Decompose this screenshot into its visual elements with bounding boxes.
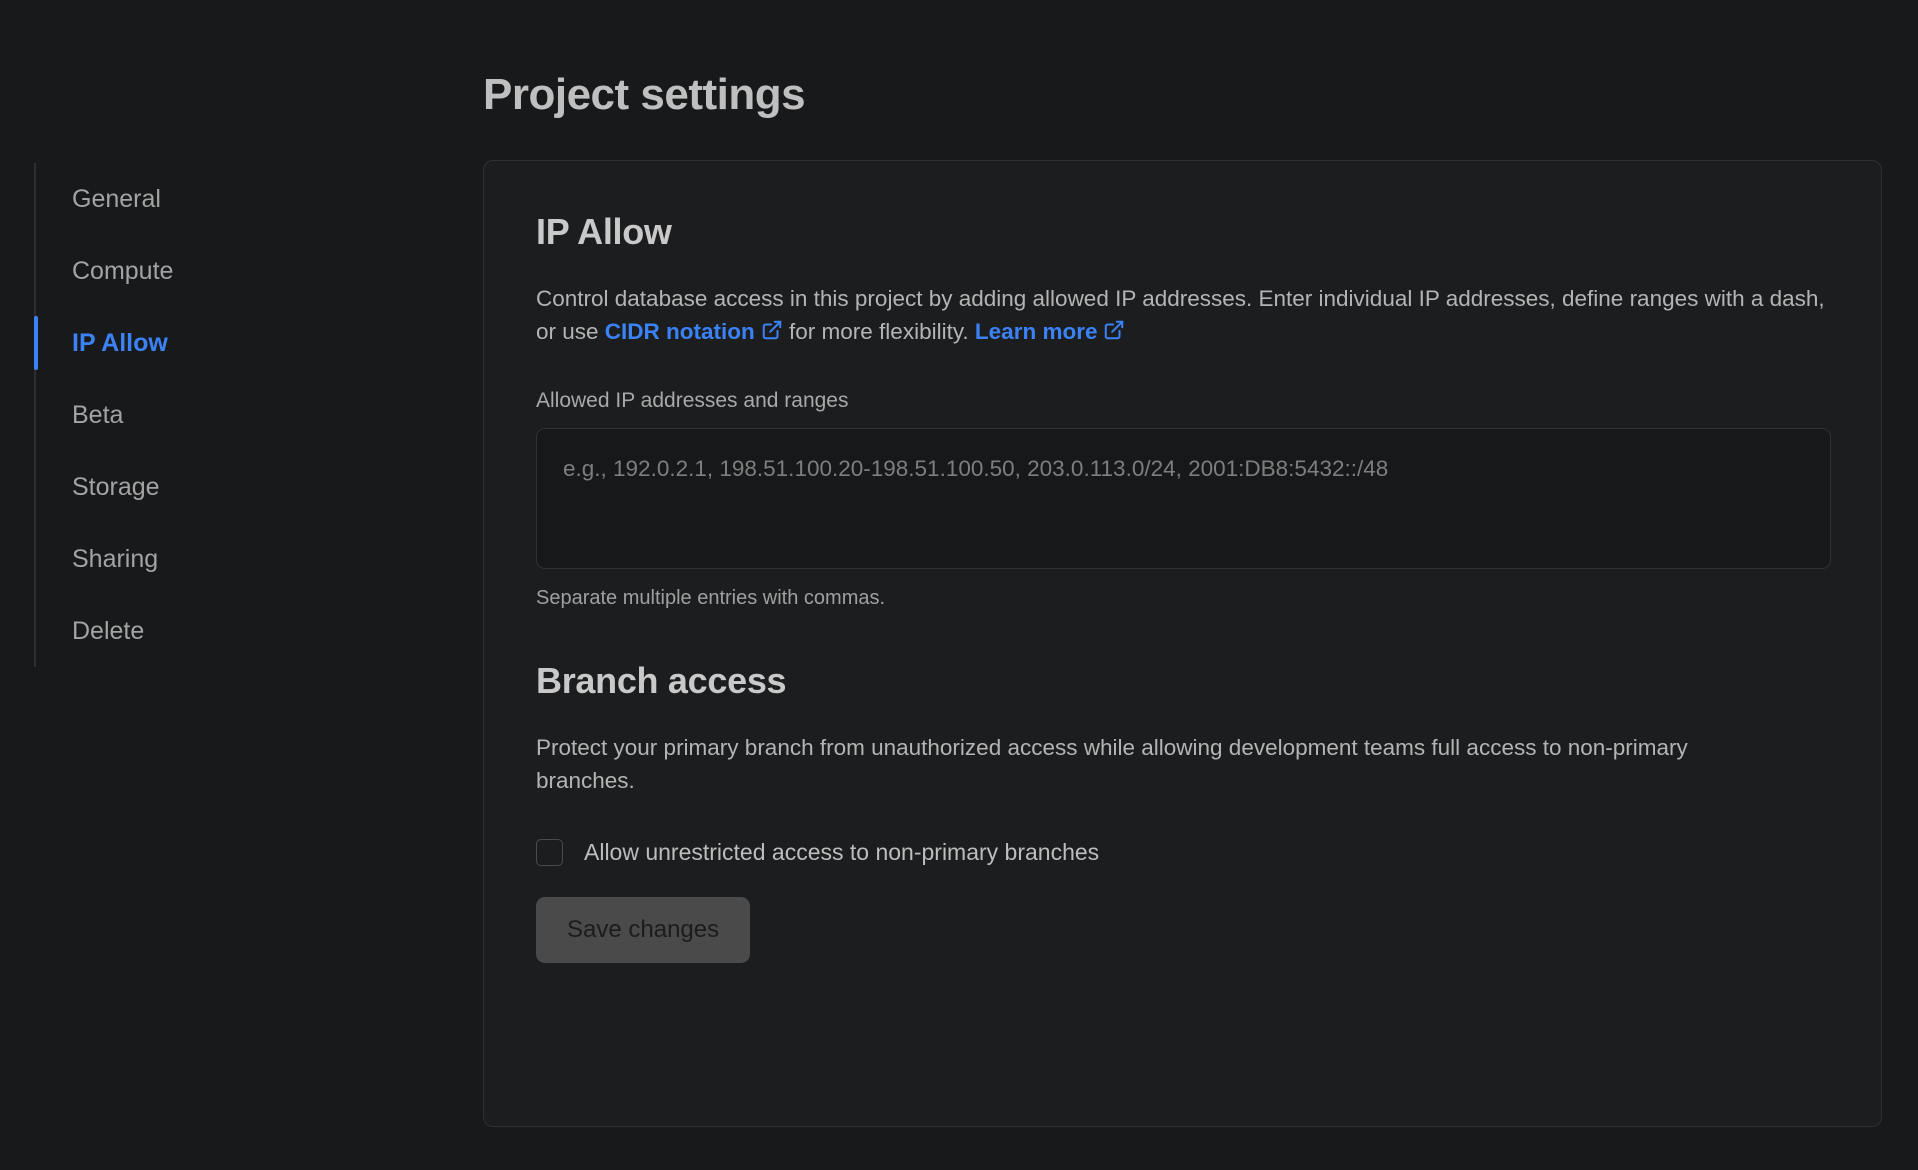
external-link-icon bbox=[761, 317, 783, 350]
sidebar-item-label: Beta bbox=[72, 400, 124, 429]
active-indicator bbox=[34, 388, 38, 442]
allowed-ip-field-label: Allowed IP addresses and ranges bbox=[536, 388, 849, 412]
sidebar-item-general[interactable]: General bbox=[36, 163, 414, 235]
active-indicator bbox=[34, 460, 38, 514]
ip-allow-description: Control database access in this project … bbox=[536, 282, 1826, 351]
learn-more-link-label: Learn more bbox=[974, 319, 1098, 345]
active-indicator bbox=[34, 604, 38, 658]
sidebar-item-delete[interactable]: Delete bbox=[36, 595, 414, 667]
branch-access-heading: Branch access bbox=[536, 659, 787, 701]
unrestricted-access-checkbox-label: Allow unrestricted access to non-primary… bbox=[584, 839, 1100, 866]
active-indicator bbox=[34, 532, 38, 586]
sidebar-item-sharing[interactable]: Sharing bbox=[36, 523, 414, 595]
sidebar-item-label: Delete bbox=[72, 616, 145, 645]
learn-more-link[interactable]: Learn more bbox=[975, 319, 1126, 344]
save-changes-button[interactable]: Save changes bbox=[536, 897, 751, 964]
sidebar-item-label: Sharing bbox=[72, 544, 159, 573]
cidr-notation-link-label: CIDR notation bbox=[604, 319, 755, 345]
sidebar-item-beta[interactable]: Beta bbox=[36, 379, 414, 451]
external-link-icon bbox=[1103, 317, 1125, 350]
branch-access-description: Protect your primary branch from unautho… bbox=[536, 734, 1688, 793]
page-title: Project settings bbox=[483, 70, 806, 120]
sidebar-item-ip-allow[interactable]: IP Allow bbox=[34, 307, 414, 379]
ip-allow-heading: IP Allow bbox=[536, 211, 672, 252]
ip-allow-helper-text: Separate multiple entries with commas. bbox=[536, 586, 886, 609]
allowed-ip-textarea[interactable] bbox=[536, 427, 1831, 569]
sidebar-item-label: Storage bbox=[72, 472, 160, 501]
ip-allow-description-text-2: for more flexibility. bbox=[782, 319, 975, 345]
settings-card: IP Allow Control database access in this… bbox=[483, 160, 1882, 1127]
unrestricted-access-checkbox[interactable] bbox=[536, 839, 563, 867]
settings-sidebar: General Compute IP Allow Beta Storage Sh… bbox=[34, 163, 414, 667]
sidebar-item-label: Compute bbox=[72, 256, 174, 285]
project-settings-page: Project settings General Compute IP Allo… bbox=[0, 0, 1918, 1170]
active-indicator bbox=[34, 316, 38, 370]
active-indicator bbox=[34, 244, 38, 298]
sidebar-item-compute[interactable]: Compute bbox=[36, 235, 414, 307]
sidebar-item-label: IP Allow bbox=[72, 328, 168, 357]
sidebar-item-label: General bbox=[72, 184, 161, 213]
cidr-notation-link[interactable]: CIDR notation bbox=[605, 319, 783, 344]
unrestricted-access-checkbox-row[interactable]: Allow unrestricted access to non-primary… bbox=[536, 839, 1100, 867]
active-indicator bbox=[34, 172, 38, 226]
sidebar-item-storage[interactable]: Storage bbox=[36, 451, 414, 523]
